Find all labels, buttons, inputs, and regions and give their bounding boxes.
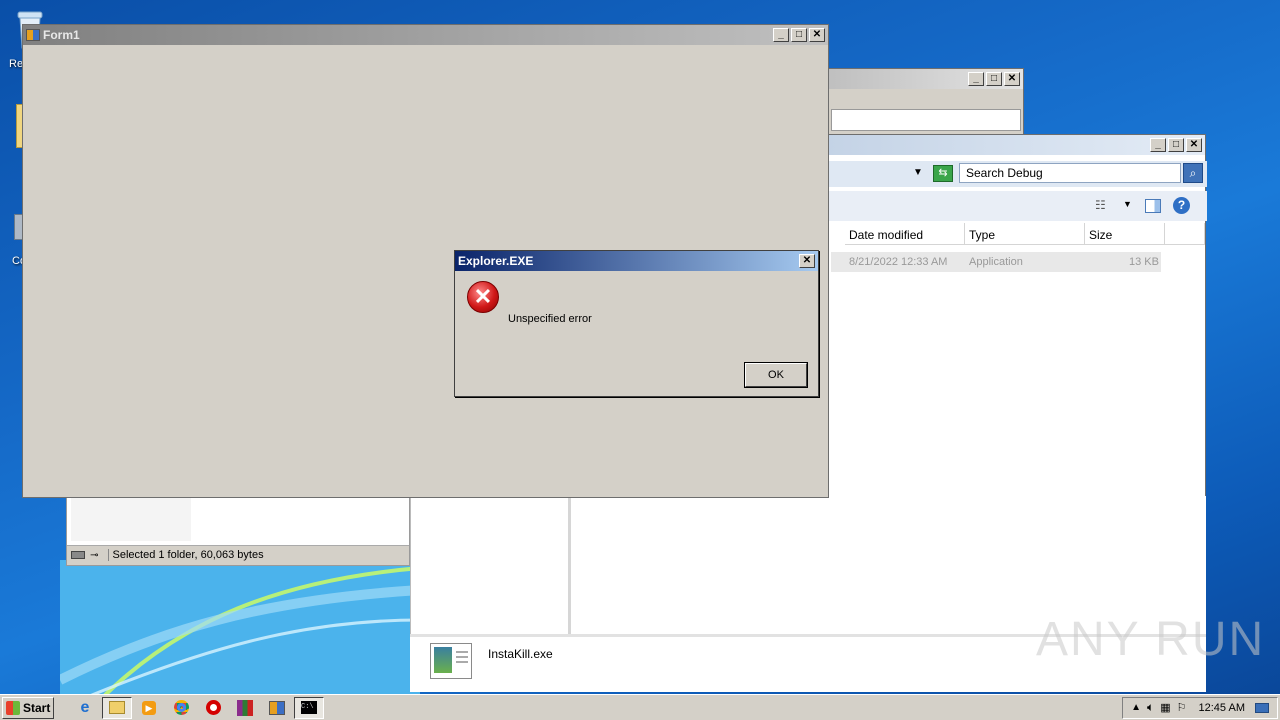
dialog-title: Explorer.EXE (458, 254, 534, 268)
winrar-icon[interactable] (230, 697, 260, 719)
form1-title: Form1 (43, 28, 80, 42)
maximize-button[interactable]: □ (986, 72, 1002, 86)
show-hidden-icons-icon[interactable]: ▲ (1131, 702, 1141, 713)
column-header-blank (1165, 223, 1205, 245)
background-window-titlebar: _ □ ✕ (827, 69, 1023, 89)
search-input[interactable]: Search Debug (959, 163, 1181, 183)
windows-logo-icon (6, 700, 20, 715)
chrome-icon[interactable] (166, 697, 196, 719)
file-manager-window: ⊸ Selected 1 folder, 60,063 bytes (66, 496, 410, 566)
watermark: ANY RUN (1036, 613, 1266, 666)
network-icon[interactable]: ▦ (1160, 701, 1170, 714)
close-button[interactable]: ✕ (809, 28, 825, 42)
clock[interactable]: 12:45 AM (1199, 702, 1245, 714)
column-header-date[interactable]: Date modified (845, 223, 965, 245)
action-center-flag-icon[interactable]: ⚐ (1177, 701, 1187, 714)
background-window: _ □ ✕ (826, 68, 1024, 136)
opera-icon[interactable] (198, 697, 228, 719)
status-bar: ⊸ Selected 1 folder, 60,063 bytes (67, 545, 409, 565)
file-explorer-icon[interactable] (102, 696, 132, 719)
taskbar: Start e ▶ C:\ ▲ 🔈︎ ▦ ⚐ 12:45 AM (0, 694, 1280, 720)
tree-pane (71, 497, 191, 541)
column-header-type[interactable]: Type (965, 223, 1085, 245)
maximize-button[interactable]: □ (1168, 138, 1184, 152)
minimize-button[interactable]: _ (1150, 138, 1166, 152)
close-button[interactable]: ✕ (1186, 138, 1202, 152)
drive-icon (71, 551, 85, 560)
desktop-icon-label: Re (9, 58, 24, 70)
ok-button[interactable]: OK (744, 362, 808, 388)
show-desktop-icon[interactable] (1255, 702, 1269, 713)
dialog-titlebar: Explorer.EXE ✕ (455, 251, 818, 271)
command-bar: ☷ ▼ ? (827, 191, 1207, 221)
form1-app-icon (26, 29, 40, 41)
wallpaper-swoosh (60, 560, 420, 700)
column-header-size[interactable]: Size (1085, 223, 1165, 245)
view-dropdown-icon[interactable]: ▼ (1123, 199, 1132, 209)
refresh-icon[interactable]: ⇆ (933, 165, 953, 182)
file-type: Application (969, 256, 1023, 268)
close-button[interactable]: ✕ (1004, 72, 1020, 86)
form-app-icon[interactable] (262, 697, 292, 719)
minimize-button[interactable]: _ (968, 72, 984, 86)
file-date: 8/21/2022 12:33 AM (849, 256, 948, 268)
details-filename: InstaKill.exe (488, 647, 553, 661)
command-prompt-icon[interactable]: C:\ (294, 696, 324, 719)
dialog-close-button[interactable]: ✕ (799, 254, 815, 268)
quick-launch: e ▶ C:\ (70, 696, 324, 719)
help-icon[interactable]: ? (1173, 197, 1190, 214)
pane-divider[interactable] (568, 496, 571, 636)
network-key-icon: ⊸ (90, 549, 99, 561)
media-player-icon[interactable]: ▶ (134, 697, 164, 719)
preview-pane-icon[interactable] (1145, 199, 1161, 213)
search-button[interactable]: ⌕ (1183, 163, 1203, 183)
internet-explorer-icon[interactable]: e (70, 697, 100, 719)
maximize-button[interactable]: □ (791, 28, 807, 42)
application-file-icon (430, 643, 472, 679)
start-label: Start (23, 700, 51, 715)
error-icon: ✕ (467, 281, 499, 313)
form1-titlebar: Form1 _ □ ✕ (23, 25, 828, 45)
dialog-message: Unspecified error (508, 313, 592, 325)
background-window-address-bar (831, 109, 1021, 131)
volume-icon[interactable]: 🔈︎ (1147, 700, 1154, 715)
file-size: 13 KB (1129, 256, 1159, 268)
view-icon[interactable]: ☷ (1095, 198, 1106, 212)
chevron-down-icon[interactable]: ▼ (913, 167, 923, 178)
error-dialog: Explorer.EXE ✕ ✕ Unspecified error OK (454, 250, 819, 397)
start-button[interactable]: Start (2, 696, 54, 719)
explorer-titlebar: _ □ ✕ (827, 135, 1205, 155)
minimize-button[interactable]: _ (773, 28, 789, 42)
status-text: Selected 1 folder, 60,063 bytes (107, 549, 264, 561)
system-tray: ▲ 🔈︎ ▦ ⚐ 12:45 AM (1122, 696, 1278, 719)
file-row[interactable]: 8/21/2022 12:33 AM Application 13 KB (831, 252, 1161, 272)
search-icon: ⌕ (1189, 166, 1197, 180)
